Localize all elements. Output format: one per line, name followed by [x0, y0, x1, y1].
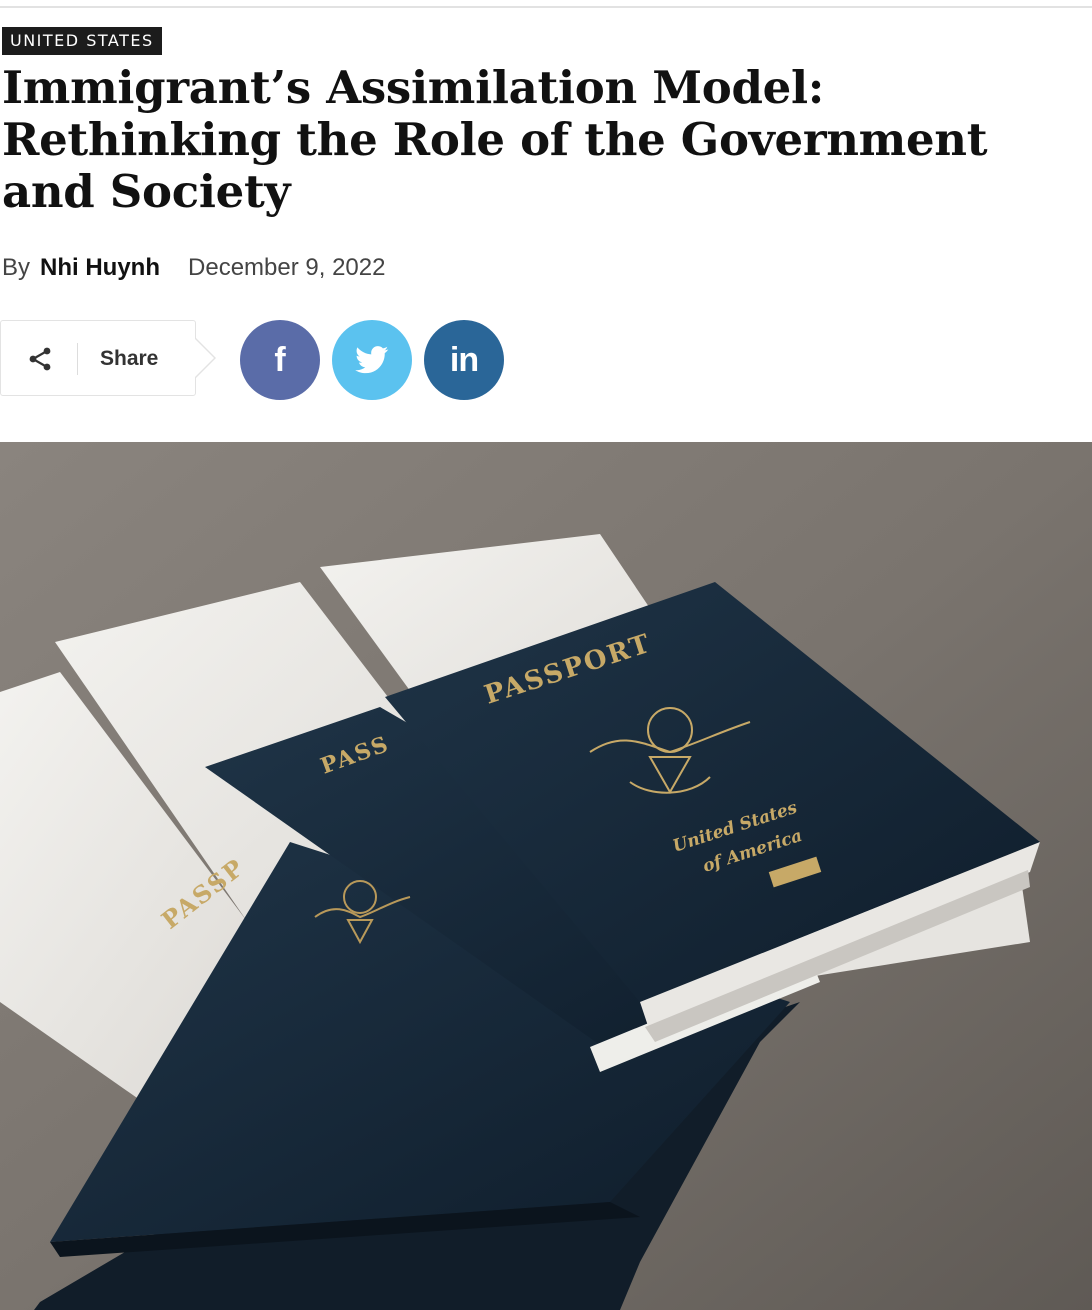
publish-date: December 9, 2022	[188, 254, 386, 281]
share-divider	[77, 343, 78, 375]
top-divider	[0, 6, 1092, 8]
facebook-icon: f	[274, 340, 286, 379]
author-link[interactable]: Nhi Huynh	[40, 254, 160, 282]
hero-image: PASSPORT United States of America PASS P…	[0, 442, 1092, 1310]
byline: By Nhi Huynh December 9, 2022	[2, 252, 385, 284]
share-icon	[29, 347, 51, 371]
byline-prefix: By	[2, 254, 31, 281]
linkedin-share-button[interactable]: in	[424, 320, 504, 400]
share-button[interactable]: Share	[0, 320, 216, 396]
category-tag[interactable]: UNITED STATES	[2, 27, 162, 55]
share-label: Share	[100, 347, 159, 370]
facebook-share-button[interactable]: f	[240, 320, 320, 400]
linkedin-icon: in	[449, 340, 479, 379]
article-title: Immigrant’s Assimilation Model: Rethinki…	[2, 61, 988, 218]
twitter-bird-icon	[355, 346, 389, 374]
twitter-share-button[interactable]	[332, 320, 412, 400]
passports-photo: PASSPORT United States of America PASS P…	[0, 442, 1092, 1310]
